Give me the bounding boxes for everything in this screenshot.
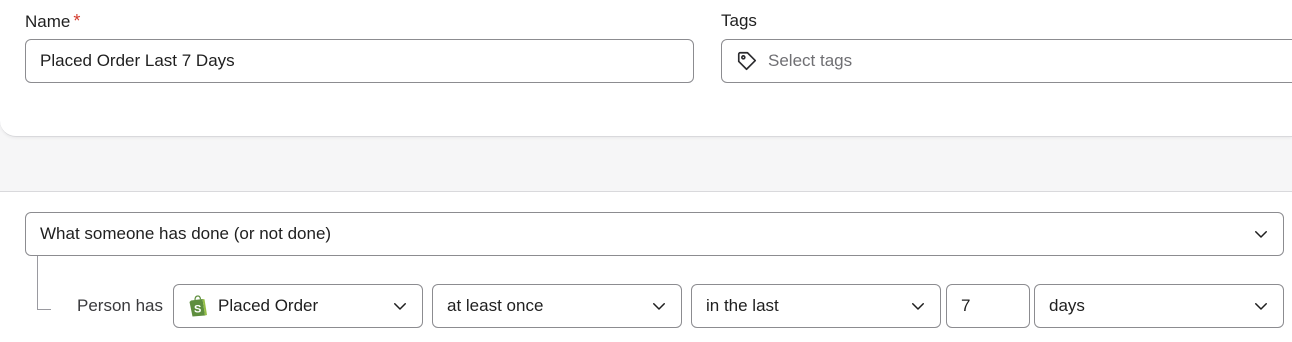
condition-type-select[interactable]: What someone has done (or not done) [25,212,1284,256]
metric-value: Placed Order [218,296,319,315]
svg-text:S: S [194,304,201,316]
name-input-value: Placed Order Last 7 Days [40,51,235,70]
tree-connector [37,256,51,310]
chevron-down-icon [649,296,669,316]
timeframe-select[interactable]: in the last [691,284,941,328]
chevron-down-icon [390,296,410,316]
frequency-value: at least once [447,296,544,315]
name-input[interactable]: Placed Order Last 7 Days [25,39,694,83]
required-indicator: * [73,11,81,31]
tags-select[interactable]: Select tags [721,39,1292,83]
tags-label: Tags [721,11,757,30]
chevron-down-icon [908,296,928,316]
timeframe-value: in the last [706,296,779,315]
shopify-icon: S [188,295,208,317]
condition-type-value: What someone has done (or not done) [40,224,332,243]
chevron-down-icon [1251,296,1271,316]
unit-value: days [1049,296,1085,315]
name-label: Name * [25,11,81,31]
amount-input[interactable]: 7 [946,284,1030,328]
tags-placeholder: Select tags [768,51,853,70]
frequency-select[interactable]: at least once [432,284,682,328]
person-has-label: Person has [77,296,163,315]
segment-details-card: Name * Placed Order Last 7 Days Tags Sele… [0,0,1292,137]
metric-select[interactable]: S Placed Order [173,284,423,328]
unit-select[interactable]: days [1034,284,1284,328]
chevron-down-icon [1251,224,1271,244]
amount-value: 7 [961,296,971,315]
tag-icon [736,50,758,72]
